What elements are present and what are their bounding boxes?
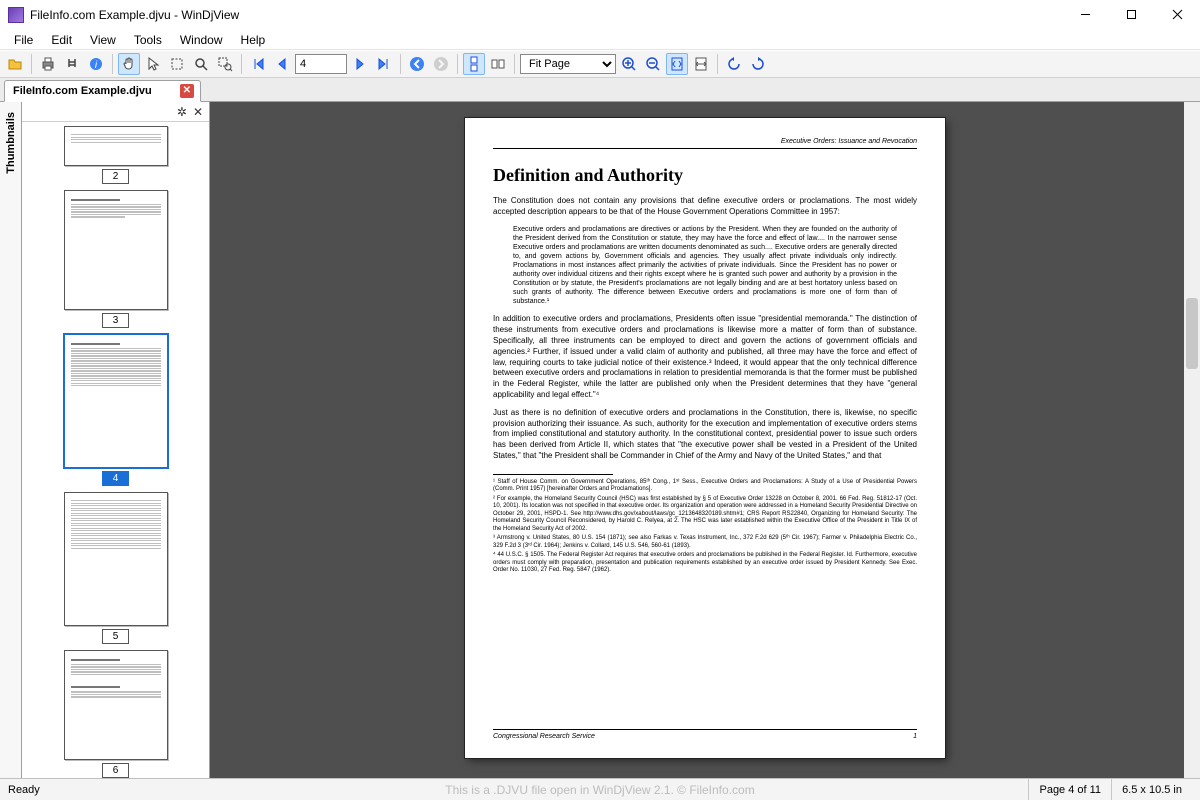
menu-view[interactable]: View — [82, 31, 124, 49]
zoom-in-button[interactable] — [618, 53, 640, 75]
thumbnails-header: ✲ ✕ — [22, 102, 209, 122]
document-tabstrip: FileInfo.com Example.djvu ✕ — [0, 78, 1200, 102]
page-footer-right: 1 — [913, 733, 917, 740]
app-icon — [8, 7, 24, 23]
thumbnail-page-current[interactable] — [64, 334, 168, 468]
menu-help[interactable]: Help — [233, 31, 274, 49]
footnote: ¹ Staff of House Comm. on Government Ope… — [493, 479, 917, 494]
thumbnail-page[interactable] — [64, 492, 168, 626]
thumbnail-number: 5 — [102, 629, 130, 644]
menu-window[interactable]: Window — [172, 31, 231, 49]
footnote: ⁴ 44 U.S.C. § 1505. The Federal Register… — [493, 552, 917, 575]
footnote-rule — [493, 474, 613, 475]
thumbnail-page[interactable] — [64, 190, 168, 310]
status-size: 6.5 x 10.5 in — [1111, 779, 1192, 800]
thumbnail-page[interactable] — [64, 650, 168, 760]
zoom-out-button[interactable] — [642, 53, 664, 75]
zoom-select[interactable]: Fit Page — [520, 54, 616, 74]
body-paragraph: Just as there is no definition of execut… — [493, 408, 917, 462]
status-page: Page 4 of 11 — [1028, 779, 1111, 800]
find-button[interactable] — [61, 53, 83, 75]
hand-tool-button[interactable] — [118, 53, 140, 75]
document-tab[interactable]: FileInfo.com Example.djvu ✕ — [4, 80, 201, 102]
fit-width-button[interactable] — [690, 53, 712, 75]
window-title: FileInfo.com Example.djvu - WinDjView — [30, 8, 1062, 22]
footnote: ³ Armstrong v. United States, 80 U.S. 15… — [493, 535, 917, 550]
print-button[interactable] — [37, 53, 59, 75]
info-button[interactable]: i — [85, 53, 107, 75]
open-button[interactable] — [4, 53, 26, 75]
magnify-tool-button[interactable] — [190, 53, 212, 75]
tab-close-button[interactable]: ✕ — [180, 84, 194, 98]
continuous-layout-button[interactable] — [463, 53, 485, 75]
thumbnail-page[interactable] — [64, 126, 168, 166]
body-paragraph: The Constitution does not contain any pr… — [493, 196, 917, 218]
menu-edit[interactable]: Edit — [43, 31, 80, 49]
status-ready: Ready — [8, 784, 40, 796]
prev-page-button[interactable] — [271, 53, 293, 75]
rotate-left-button[interactable] — [723, 53, 745, 75]
sidebar: Thumbnails ✲ ✕ 2 3 4 5 6 — [0, 102, 210, 778]
thumbnail-number: 4 — [102, 471, 130, 486]
first-page-button[interactable] — [247, 53, 269, 75]
page-viewer[interactable]: Executive Orders: Issuance and Revocatio… — [210, 102, 1200, 778]
menu-file[interactable]: File — [6, 31, 41, 49]
title-bar: FileInfo.com Example.djvu - WinDjView — [0, 0, 1200, 30]
close-button[interactable] — [1154, 0, 1200, 29]
vertical-scrollbar[interactable] — [1184, 102, 1200, 778]
blockquote: Executive orders and proclamations are d… — [513, 225, 897, 307]
thumbnails-settings-icon[interactable]: ✲ — [177, 105, 187, 119]
document-page: Executive Orders: Issuance and Revocatio… — [465, 118, 945, 758]
menu-bar: File Edit View Tools Window Help — [0, 30, 1200, 50]
page-number-input[interactable] — [295, 54, 347, 74]
page-heading: Definition and Authority — [493, 165, 917, 186]
document-tab-label: FileInfo.com Example.djvu — [13, 85, 152, 97]
thumbnail-number: 3 — [102, 313, 130, 328]
facing-layout-button[interactable] — [487, 53, 509, 75]
last-page-button[interactable] — [373, 53, 395, 75]
nav-back-button[interactable] — [406, 53, 428, 75]
footnote: ² For example, the Homeland Security Cou… — [493, 496, 917, 534]
select-tool-button[interactable] — [142, 53, 164, 75]
maximize-button[interactable] — [1108, 0, 1154, 29]
status-watermark: This is a .DJVU file open in WinDjView 2… — [445, 783, 754, 797]
thumbnail-number: 2 — [102, 169, 130, 184]
minimize-button[interactable] — [1062, 0, 1108, 29]
nav-forward-button[interactable] — [430, 53, 452, 75]
running-head: Executive Orders: Issuance and Revocatio… — [493, 138, 917, 149]
menu-tools[interactable]: Tools — [126, 31, 170, 49]
body-paragraph: In addition to executive orders and proc… — [493, 314, 917, 400]
marquee-tool-button[interactable] — [166, 53, 188, 75]
status-bar: Ready This is a .DJVU file open in WinDj… — [0, 778, 1200, 800]
thumbnail-number: 6 — [102, 763, 130, 778]
next-page-button[interactable] — [349, 53, 371, 75]
thumbnails-list[interactable]: 2 3 4 5 6 — [22, 122, 209, 778]
thumbnails-tab[interactable]: Thumbnails — [0, 102, 22, 778]
fit-page-button[interactable] — [666, 53, 688, 75]
thumbnails-close-icon[interactable]: ✕ — [193, 105, 203, 119]
page-footer-left: Congressional Research Service — [493, 733, 595, 740]
marquee-zoom-button[interactable] — [214, 53, 236, 75]
rotate-right-button[interactable] — [747, 53, 769, 75]
toolbar: i Fit Page — [0, 50, 1200, 78]
